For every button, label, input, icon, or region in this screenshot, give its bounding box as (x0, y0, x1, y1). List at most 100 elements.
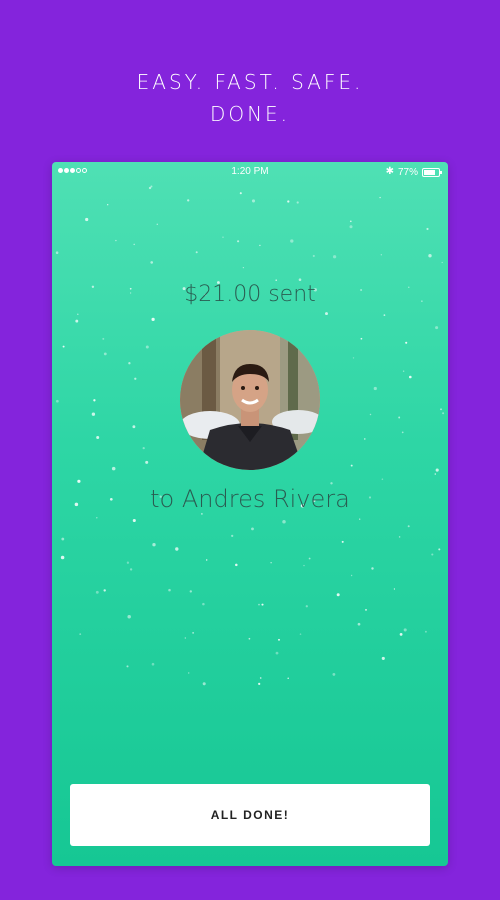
particle-dot (282, 519, 286, 524)
particle-dot (352, 357, 355, 359)
particle-dot (381, 478, 384, 481)
particle-ring-decoration (55, 185, 445, 686)
particle-dot (398, 536, 401, 538)
particle-dot (168, 588, 171, 592)
particle-dot (145, 460, 149, 464)
recipient-name: to Andres Rivera (150, 485, 350, 513)
particle-dot (128, 362, 131, 365)
particle-dot (77, 313, 79, 316)
tagline: EASY. FAST. SAFE. DONE. (0, 66, 500, 130)
battery-icon (422, 167, 442, 177)
particle-dot (248, 637, 251, 640)
particle-dot (401, 431, 404, 434)
particle-dot (187, 672, 190, 674)
particle-dot (393, 588, 395, 590)
particle-dot (133, 243, 135, 246)
particle-dot (62, 345, 65, 348)
particle-dot (222, 236, 224, 238)
particle-dot (442, 412, 445, 415)
particle-dot (132, 425, 136, 429)
particle-dot (134, 377, 137, 380)
particle-dot (435, 326, 439, 330)
particle-dot (187, 199, 190, 202)
particle-dot (440, 408, 442, 411)
particle-dot (364, 438, 366, 440)
particle-dot (332, 672, 336, 676)
particle-dot (126, 561, 130, 564)
particle-dot (258, 682, 261, 686)
particle-dot (85, 217, 89, 222)
particle-dot (365, 609, 367, 611)
particle-dot (434, 473, 437, 475)
particle-dot (184, 637, 186, 639)
particle-dot (103, 589, 106, 592)
particle-dot (61, 537, 65, 541)
particle-dot (96, 436, 100, 439)
particle-dot (441, 261, 443, 264)
particle-dot (156, 223, 159, 226)
particle-dot (270, 562, 272, 564)
particle-dot (56, 399, 59, 403)
particle-dot (438, 548, 441, 551)
particle-dot (103, 352, 107, 356)
particle-dot (298, 278, 302, 281)
particle-dot (402, 370, 405, 372)
particle-dot (408, 375, 412, 379)
particle-dot (75, 319, 79, 323)
particle-dot (251, 527, 254, 531)
particle-dot (145, 345, 149, 349)
battery-area: ✱ 77% (385, 166, 442, 178)
particle-dot (127, 614, 131, 619)
particle-dot (336, 593, 340, 597)
particle-dot (275, 279, 277, 281)
particle-dot (303, 564, 305, 567)
particle-dot (403, 628, 407, 632)
particle-dot (287, 677, 289, 680)
particle-dot (111, 466, 116, 471)
particle-dot (379, 196, 381, 199)
all-done-button[interactable]: ALL DONE! (70, 784, 430, 846)
particle-dot (431, 553, 434, 556)
particle-dot (175, 547, 179, 551)
recipient-avatar (180, 330, 320, 470)
particle-dot (299, 633, 302, 635)
particle-dot (380, 254, 382, 256)
particle-dot (405, 341, 408, 344)
particle-dot (290, 239, 294, 243)
particle-dot (60, 555, 65, 560)
particle-dot (296, 201, 299, 204)
particle-dot (79, 633, 82, 635)
particle-dot (251, 199, 256, 203)
particle-dot (107, 204, 109, 206)
particle-dot (349, 225, 353, 229)
particle-dot (424, 630, 427, 633)
particle-dot (261, 603, 264, 606)
particle-dot (350, 464, 353, 467)
particle-dot (305, 605, 308, 608)
particle-dot (231, 534, 234, 538)
particle-dot (381, 656, 385, 660)
particle-dot (55, 251, 59, 254)
particle-dot (349, 220, 352, 223)
particle-dot (95, 590, 99, 594)
particle-dot (91, 412, 96, 416)
particle-dot (142, 446, 145, 450)
particle-dot (129, 568, 133, 571)
particle-dot (428, 254, 432, 258)
particle-dot (357, 622, 361, 626)
particle-dot (373, 386, 377, 391)
particle-dot (341, 540, 344, 543)
particle-dot (93, 399, 96, 402)
particle-dot (202, 682, 206, 686)
particle-dot (308, 557, 311, 560)
particle-dot (150, 185, 153, 188)
particle-dot (371, 567, 374, 570)
particle-dot (332, 255, 337, 259)
battery-percent: 77% (397, 166, 418, 178)
particle-dot (201, 513, 203, 515)
bluetooth-icon: ✱ (385, 166, 394, 177)
particle-dot (151, 662, 155, 666)
particle-dot (192, 632, 195, 634)
tagline-line-2: DONE. (209, 102, 291, 126)
particle-dot (287, 200, 290, 203)
